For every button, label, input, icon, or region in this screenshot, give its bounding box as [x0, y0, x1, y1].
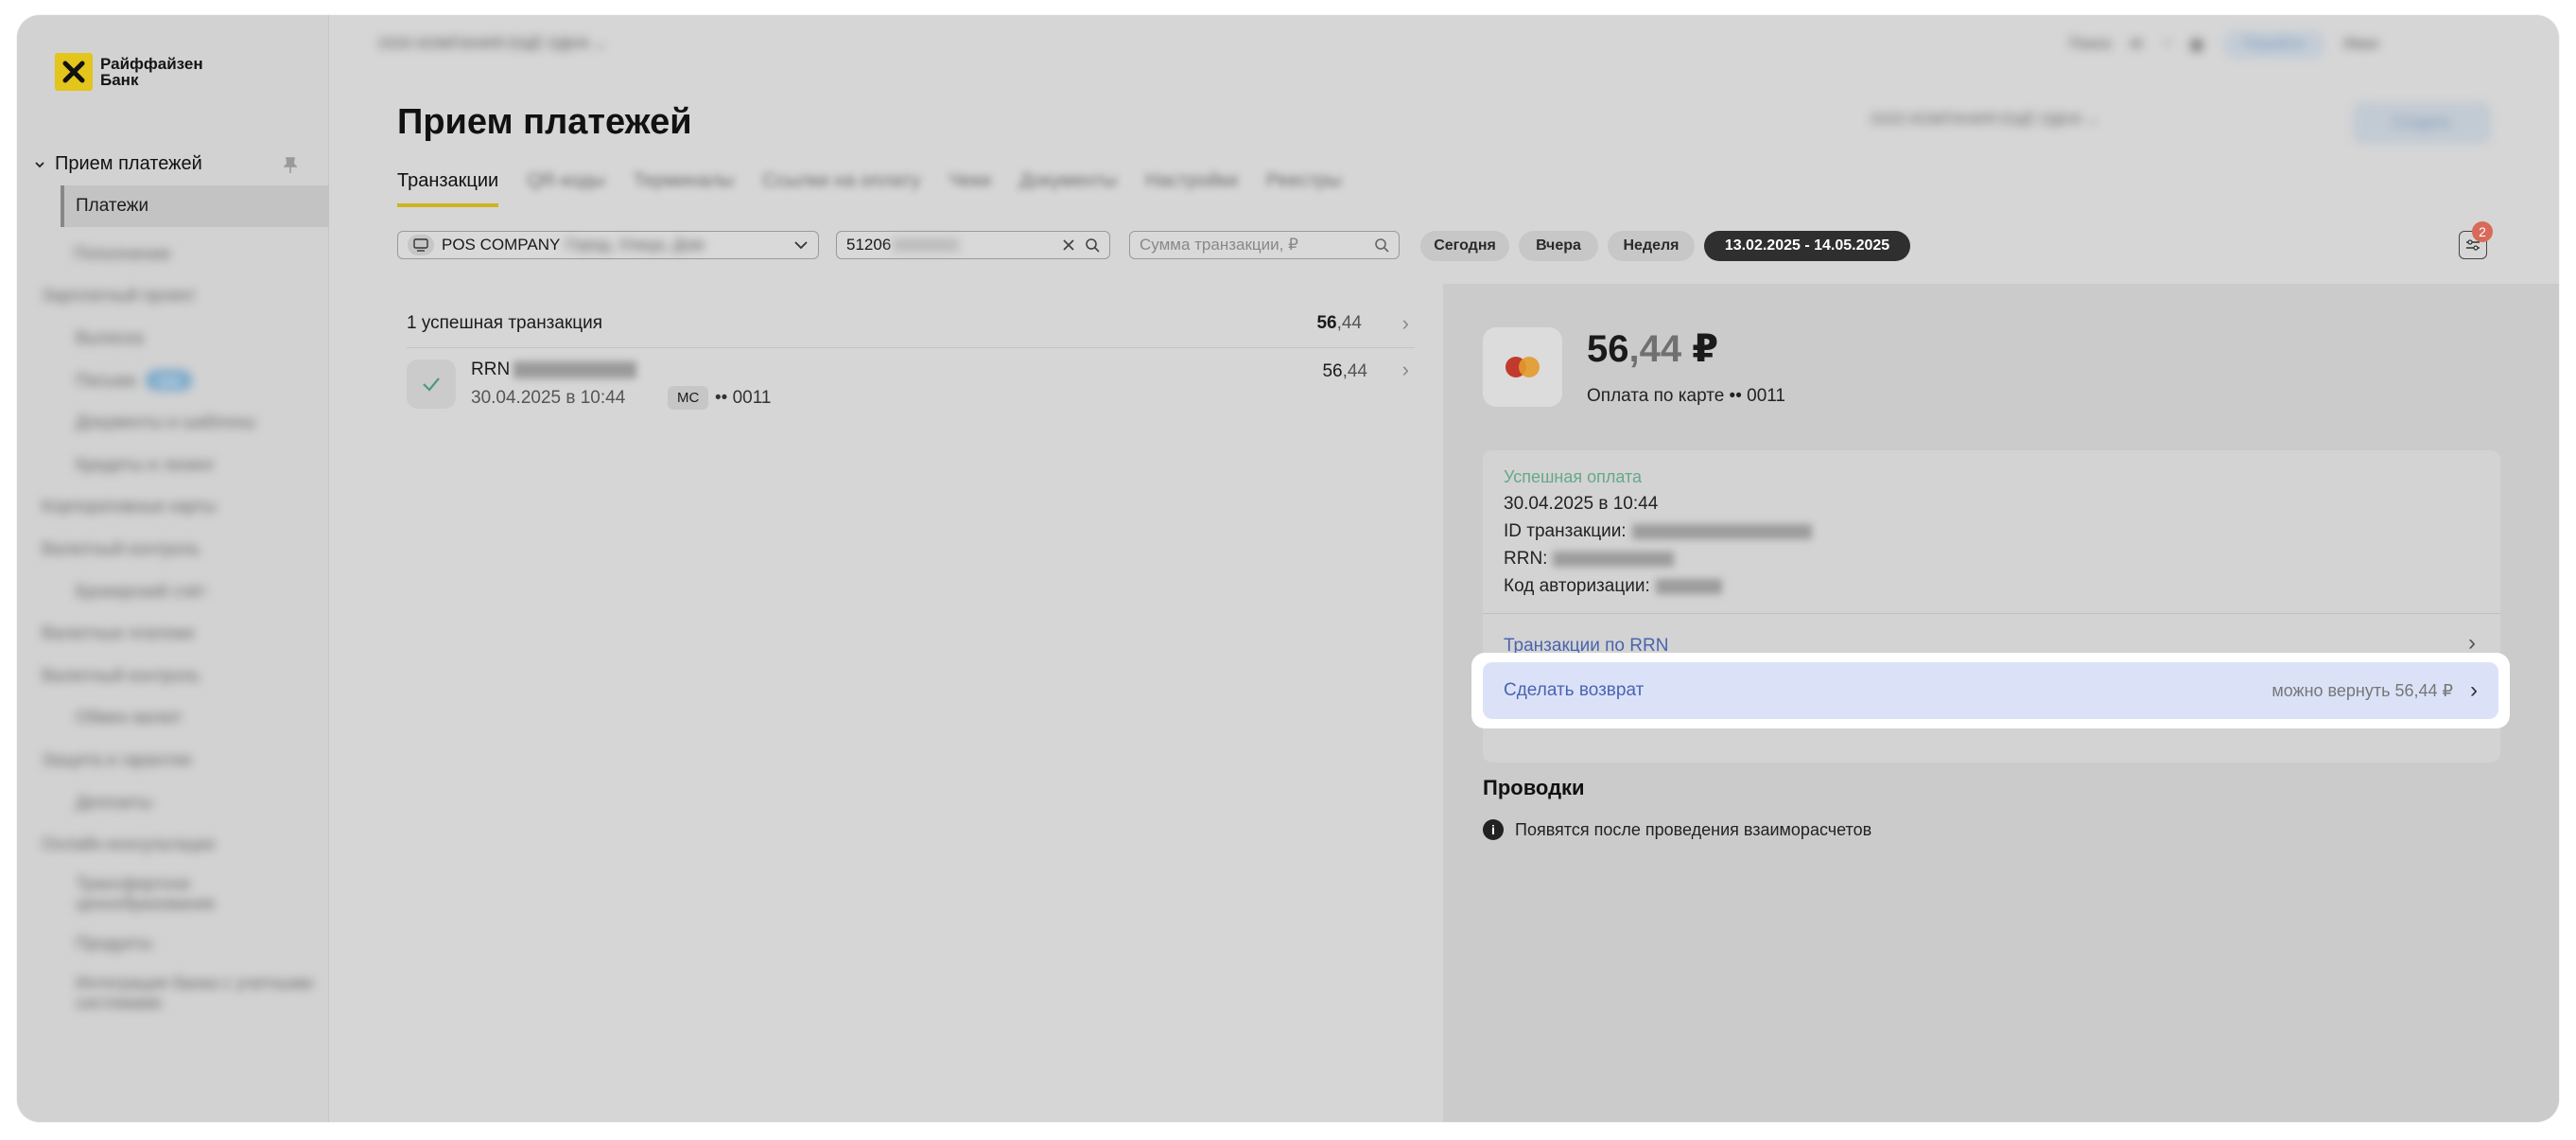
- amount-filter-input[interactable]: Сумма транзакции, ₽: [1129, 231, 1400, 259]
- sidebar-item[interactable]: Письма new: [42, 360, 316, 402]
- tab-receipts[interactable]: Чеки: [949, 170, 990, 207]
- sidebar-item[interactable]: Кредиты и лизинг: [42, 444, 316, 486]
- period-yesterday-button[interactable]: Вчера: [1519, 231, 1598, 261]
- tab-settings[interactable]: Настройки: [1145, 170, 1238, 207]
- sidebar-item[interactable]: Трансфертное ценообразование: [42, 866, 316, 922]
- status-label: Успешная оплата: [1504, 467, 1643, 486]
- app-window: Райффайзен Банк Прием платежей Платежи П…: [17, 15, 2559, 1122]
- bell-icon[interactable]: ◔: [2162, 36, 2171, 53]
- topbar-actions: Поиск ✉ ◔ ▦ Перейти Иван: [2069, 30, 2379, 59]
- amount-filter-placeholder: Сумма транзакции, ₽: [1140, 236, 1298, 254]
- tabs: Транзакции QR-коды Терминалы Ссылки на о…: [397, 170, 1341, 207]
- search-input-value: 51206: [846, 236, 892, 254]
- summary-amount: 56,44: [1316, 312, 1362, 333]
- transactions-summary-row[interactable]: 1 успешная транзакция 56,44 ›: [407, 299, 1415, 348]
- transaction-amount: 56,44: [1322, 361, 1367, 381]
- refund-label: Сделать возврат: [1504, 680, 1645, 700]
- sidebar-item[interactable]: Корпоративные карты: [42, 486, 316, 529]
- account-selector[interactable]: ООО КОМПАНИЯ ЕЩЁ ОДНА ⌄: [1871, 110, 2099, 129]
- chevron-right-icon: ›: [1401, 310, 1409, 335]
- sidebar: Райффайзен Банк Прием платежей Платежи П…: [17, 15, 329, 1122]
- card-brand-tag: MC: [668, 386, 709, 410]
- mastercard-icon: [1483, 327, 1562, 407]
- detail-amount: 56,44 ₽: [1587, 328, 1719, 370]
- transaction-date: 30.04.2025 в 10:44: [471, 388, 626, 408]
- refund-available-amount: можно вернуть 56,44 ₽: [2271, 680, 2453, 700]
- chevron-down-icon: [794, 241, 808, 250]
- tab-registries[interactable]: Реестры: [1266, 170, 1341, 207]
- rrn-search-input[interactable]: 51206: [836, 231, 1110, 259]
- tab-documents[interactable]: Документы: [1019, 170, 1117, 207]
- page-title: Прием платежей: [397, 102, 692, 142]
- chevron-down-icon: [35, 161, 44, 167]
- card-number: •• 0011: [715, 388, 772, 408]
- success-status-icon: [407, 360, 456, 409]
- info-icon: i: [1483, 819, 1504, 840]
- divider: [1483, 613, 2500, 614]
- sidebar-item[interactable]: Зарплатный проект: [42, 275, 316, 318]
- sidebar-item[interactable]: Защита и гарантии: [42, 739, 316, 781]
- search-icon[interactable]: [1085, 237, 1100, 253]
- sidebar-item[interactable]: Депозиты: [42, 781, 316, 824]
- brand-logo[interactable]: Райффайзен Банк: [55, 53, 204, 91]
- chevron-right-icon: ›: [2470, 677, 2478, 703]
- chevron-right-icon: ›: [1401, 358, 1409, 381]
- sidebar-item[interactable]: Валютный контроль: [42, 528, 316, 570]
- sidebar-item[interactable]: Выписка: [42, 317, 316, 360]
- pos-select-address: Город, Улица, Дом: [566, 236, 705, 254]
- refund-button[interactable]: Сделать возврат можно вернуть 56,44 ₽ ›: [1483, 662, 2498, 719]
- logo-icon: [55, 53, 93, 91]
- pin-icon[interactable]: [283, 157, 298, 179]
- transaction-row[interactable]: RRN 30.04.2025 в 10:44 MC •• 0011 56,44 …: [407, 348, 1415, 424]
- topbar-cta-button[interactable]: Перейти: [2222, 30, 2324, 59]
- tab-qr[interactable]: QR-коды: [527, 170, 604, 207]
- refund-highlight: Сделать возврат можно вернуть 56,44 ₽ ›: [1471, 653, 2510, 728]
- sidebar-group-payments[interactable]: Прием платежей: [34, 153, 202, 175]
- detail-rrn: RRN:: [1504, 549, 1675, 570]
- date-range-button[interactable]: 13.02.2025 - 14.05.2025: [1704, 231, 1910, 261]
- sidebar-group-label: Прием платежей: [55, 153, 202, 174]
- sidebar-item-payments[interactable]: Платежи: [61, 185, 329, 227]
- sidebar-item[interactable]: Документы и шаблоны: [42, 401, 316, 444]
- pos-select[interactable]: POS COMPANY Город, Улица, Дом: [397, 231, 819, 259]
- sidebar-item[interactable]: Обмен валют: [42, 697, 316, 740]
- sidebar-nav-list: Пополнение Зарплатный проект Выписка Пис…: [42, 233, 316, 1022]
- sidebar-item[interactable]: Брокерский счёт: [42, 570, 316, 613]
- terminal-icon: [408, 235, 434, 255]
- detail-payment-method: Оплата по карте •• 0011: [1587, 386, 1785, 406]
- company-switcher[interactable]: ООО КОМПАНИЯ ЕЩЁ ОДНА ⌄: [378, 34, 607, 53]
- tab-transactions[interactable]: Транзакции: [397, 170, 499, 207]
- sidebar-item[interactable]: Валютные платежи: [42, 612, 316, 655]
- pos-select-value: POS COMPANY: [442, 236, 561, 254]
- clear-icon[interactable]: [1062, 238, 1075, 252]
- brand-name: Райффайзен Банк: [100, 55, 203, 89]
- sidebar-item[interactable]: Продукты: [42, 922, 316, 965]
- filter-count-badge: 2: [2472, 221, 2493, 242]
- sidebar-item-label: Платежи: [76, 196, 149, 216]
- sidebar-item[interactable]: Интеграция банка с учетными системами: [42, 965, 316, 1022]
- period-week-button[interactable]: Неделя: [1608, 231, 1695, 261]
- tab-terminals[interactable]: Терминалы: [634, 170, 734, 207]
- user-menu[interactable]: Иван: [2343, 36, 2379, 53]
- sidebar-item[interactable]: Онлайн-консультации: [42, 823, 316, 866]
- detail-datetime: 30.04.2025 в 10:44: [1504, 494, 1659, 514]
- mail-icon[interactable]: ✉: [2130, 35, 2142, 54]
- transaction-rrn: RRN: [471, 360, 637, 380]
- detail-auth-code: Код авторизации:: [1504, 576, 1722, 597]
- search-icon: [1375, 238, 1389, 253]
- sidebar-item[interactable]: Валютный контроль: [42, 655, 316, 697]
- postings-info: i Появятся после проведения взаиморасчет…: [1483, 819, 1871, 840]
- sidebar-item[interactable]: Пополнение: [42, 233, 316, 275]
- detail-transaction-id: ID транзакции:: [1504, 521, 1812, 542]
- tab-links[interactable]: Ссылки на оплату: [762, 170, 920, 207]
- period-today-button[interactable]: Сегодня: [1420, 231, 1509, 261]
- transactions-summary-label: 1 успешная транзакция: [407, 312, 603, 333]
- postings-title: Проводки: [1483, 776, 1585, 799]
- grid-icon[interactable]: ▦: [2189, 35, 2203, 54]
- header-create-button[interactable]: Создать: [2353, 102, 2491, 144]
- search-link[interactable]: Поиск: [2069, 36, 2111, 53]
- new-badge: new: [145, 370, 193, 392]
